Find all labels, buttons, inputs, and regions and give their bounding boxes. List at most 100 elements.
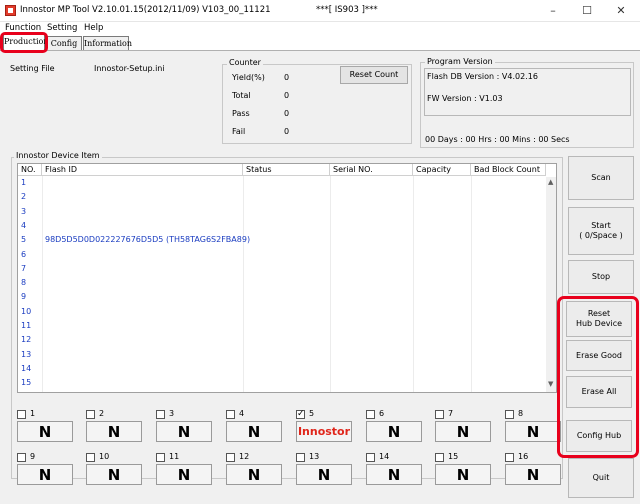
- tab-config[interactable]: Config: [46, 36, 82, 50]
- slot-status-button[interactable]: Innostor: [296, 421, 352, 442]
- slot-number: 7: [448, 409, 454, 418]
- row-number: 7: [21, 263, 27, 273]
- stop-button[interactable]: Stop: [568, 260, 634, 294]
- slot-number: 10: [99, 452, 110, 461]
- slot-status-button[interactable]: N: [17, 464, 73, 485]
- total-value: 0: [284, 91, 290, 100]
- slot-checkbox[interactable]: [86, 453, 95, 462]
- slot-checkbox[interactable]: [435, 453, 444, 462]
- checkmark-icon: ✓: [297, 409, 305, 419]
- scan-button[interactable]: Scan: [568, 156, 634, 200]
- row-number: 3: [21, 206, 27, 216]
- slot-checkbox[interactable]: ✓: [296, 409, 305, 419]
- slot-status-button[interactable]: N: [505, 464, 561, 485]
- slot-number: 1: [30, 409, 36, 418]
- slot-number: 3: [169, 409, 175, 418]
- device-group-title: Innostor Device Item: [14, 151, 102, 160]
- slot-checkbox[interactable]: [366, 410, 375, 419]
- row-number: 9: [21, 292, 27, 302]
- slot-status-button[interactable]: N: [505, 421, 561, 442]
- elapsed-timer: 00 Days : 00 Hrs : 00 Mins : 00 Secs: [425, 135, 570, 144]
- reset-count-button[interactable]: Reset Count: [340, 66, 408, 84]
- slot-status-button[interactable]: N: [366, 421, 422, 442]
- slot-status-button[interactable]: N: [17, 421, 73, 442]
- flash-db-version: Flash DB Version : V4.02.16: [427, 72, 538, 81]
- slot-number: 12: [239, 452, 250, 461]
- slot-number: 16: [518, 452, 529, 461]
- slot-number: 11: [169, 452, 180, 461]
- row-number: 12: [21, 335, 32, 345]
- yield-label: Yield(%): [232, 73, 265, 82]
- col-flash-id[interactable]: Flash ID: [42, 164, 243, 176]
- slot-checkbox[interactable]: [17, 410, 26, 419]
- row-number: 10: [21, 306, 32, 316]
- highlight-side-buttons: [557, 296, 639, 458]
- row-number: 14: [21, 363, 32, 373]
- row-number: 1: [21, 178, 27, 187]
- scroll-down-icon[interactable]: ▼: [548, 380, 553, 388]
- slot-status-button[interactable]: N: [86, 464, 142, 485]
- device-table: NO. Flash ID Status Serial NO. Capacity …: [17, 163, 557, 393]
- slot-status-button[interactable]: N: [366, 464, 422, 485]
- slot-checkbox[interactable]: [86, 410, 95, 419]
- row-number: 8: [21, 278, 27, 288]
- scroll-up-icon[interactable]: ▲: [548, 178, 553, 186]
- slot-status-button[interactable]: N: [156, 421, 212, 442]
- pass-label: Pass: [232, 109, 250, 118]
- menu-help[interactable]: Help: [84, 23, 103, 33]
- counter-title: Counter: [227, 58, 263, 67]
- col-serial[interactable]: Serial NO.: [330, 164, 413, 176]
- slot-number: 2: [99, 409, 105, 418]
- table-scrollbar[interactable]: ▲ ▼: [546, 177, 556, 392]
- slot-checkbox[interactable]: [156, 453, 165, 462]
- slot-checkbox[interactable]: [156, 410, 165, 419]
- slot-number: 9: [30, 452, 36, 461]
- yield-value: 0: [284, 73, 290, 82]
- slot-number: 13: [309, 452, 320, 461]
- slot-checkbox[interactable]: [226, 453, 235, 462]
- col-capacity[interactable]: Capacity: [413, 164, 471, 176]
- setting-file-label: Setting File: [10, 64, 55, 73]
- fail-value: 0: [284, 127, 290, 136]
- menu-setting[interactable]: Setting: [47, 23, 77, 33]
- slot-checkbox[interactable]: [505, 410, 514, 419]
- slot-checkbox[interactable]: [226, 410, 235, 419]
- slot-status-button[interactable]: N: [226, 464, 282, 485]
- minimize-icon[interactable]: –: [536, 0, 570, 22]
- slot-number: 5: [309, 409, 315, 418]
- slot-checkbox[interactable]: [296, 453, 305, 462]
- col-bad-block[interactable]: Bad Block Count: [471, 164, 546, 176]
- row-flash-id[interactable]: 98D5D5D0D022227676D5D5 (TH58TAG6S2FBA89): [45, 235, 250, 244]
- row-number: 4: [21, 220, 27, 230]
- slot-status-button[interactable]: N: [226, 421, 282, 442]
- col-status[interactable]: Status: [243, 164, 330, 176]
- start-button-line1: Start: [591, 221, 611, 230]
- close-icon[interactable]: ✕: [604, 0, 638, 22]
- slot-checkbox[interactable]: [366, 453, 375, 462]
- slot-status-button[interactable]: N: [86, 421, 142, 442]
- maximize-icon[interactable]: ☐: [570, 0, 604, 22]
- window-title-chip: ***[ IS903 ]***: [316, 5, 378, 15]
- row-number: 15: [21, 378, 32, 388]
- slot-status-button[interactable]: N: [296, 464, 352, 485]
- slot-checkbox[interactable]: [435, 410, 444, 419]
- window-title: Innostor MP Tool V2.10.01.15(2012/11/09)…: [20, 5, 271, 15]
- slot-checkbox[interactable]: [505, 453, 514, 462]
- slot-status-button[interactable]: N: [156, 464, 212, 485]
- setting-file-value: Innostor-Setup.ini: [94, 64, 165, 73]
- start-button[interactable]: Start ( 0/Space ): [568, 207, 634, 255]
- slot-number: 4: [239, 409, 245, 418]
- slot-number: 8: [518, 409, 524, 418]
- slot-status-button[interactable]: N: [435, 421, 491, 442]
- program-version-title: Program Version: [425, 57, 495, 66]
- tab-information[interactable]: Information: [83, 36, 132, 50]
- slot-status-button[interactable]: N: [435, 464, 491, 485]
- col-no[interactable]: NO.: [18, 164, 42, 176]
- quit-button[interactable]: Quit: [568, 458, 634, 498]
- highlight-production-tab: [0, 32, 48, 53]
- slot-checkbox[interactable]: [17, 453, 26, 462]
- row-number: 2: [21, 192, 27, 202]
- start-button-line2: ( 0/Space ): [579, 231, 623, 240]
- row-number: 11: [21, 321, 32, 330]
- row-number: 13: [21, 349, 32, 359]
